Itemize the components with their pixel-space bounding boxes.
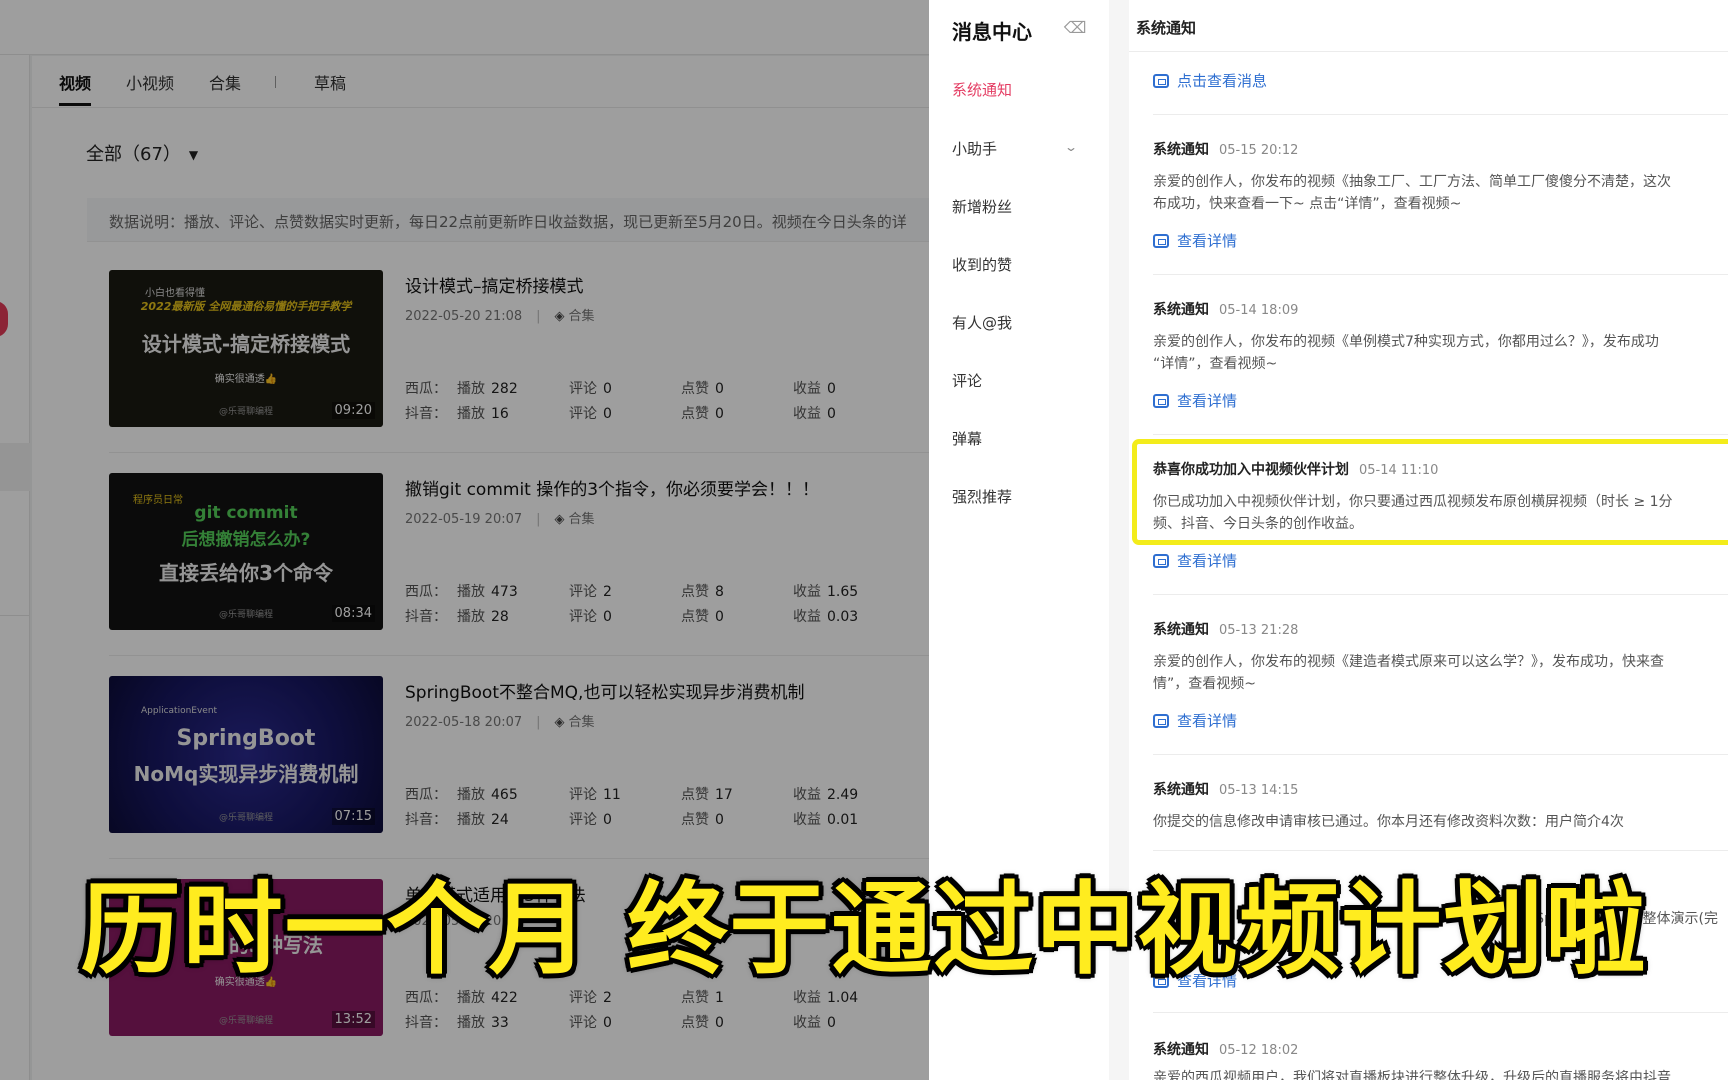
notification-sender: 系统通知 (1153, 782, 1209, 798)
link-label: 点击查看消息 (1177, 72, 1268, 90)
nav-item-danmaku[interactable]: 弹幕 (952, 428, 982, 449)
scan-icon (1153, 394, 1169, 408)
view-details-link[interactable]: 查看详情 (1153, 550, 1237, 571)
message-divider (1153, 754, 1728, 755)
notification-time: 05-15 20:12 (1219, 143, 1299, 158)
notification-time: 05-13 14:15 (1219, 783, 1299, 798)
notification-item: 系统通知 05-13 21:28 亲爱的创作人，你发布的视频《建造者模式原来可以这… (1153, 619, 1728, 695)
nav-item-new-fans[interactable]: 新增粉丝 (952, 196, 1012, 217)
notification-text: 亲爱的创作人，你发布的视频《单例模式7种实现方式，你都用过么？》，发布成功 (1153, 334, 1659, 350)
message-divider (1153, 434, 1728, 435)
nav-item-mentions[interactable]: 有人@我 (952, 312, 1012, 333)
notification-item: 系统通知 05-15 20:12 亲爱的创作人，你发布的视频《抽象工厂、工厂方法、… (1153, 139, 1728, 215)
message-divider (1153, 1012, 1728, 1013)
video-subtitle: 历时一个月 终于通过中视频计划啦 (80, 871, 1648, 988)
notification-text: 你提交的信息修改申请审核已通过。你本月还有修改资料次数：用户简介4次 (1153, 814, 1624, 830)
view-details-link[interactable]: 查看详情 (1153, 230, 1237, 251)
view-details-link[interactable]: 查看详情 (1153, 390, 1237, 411)
message-divider (1153, 594, 1728, 595)
nav-item-likes[interactable]: 收到的赞 (952, 254, 1012, 275)
notification-sender: 系统通知 (1153, 622, 1209, 638)
nav-item-assistant[interactable]: 小助手 (952, 138, 997, 159)
notification-time: 05-14 18:09 (1219, 303, 1299, 318)
notification-item: 系统通知 05-14 18:09 亲爱的创作人，你发布的视频《单例模式7种实现方式… (1153, 299, 1728, 375)
scan-icon (1153, 554, 1169, 568)
link-label: 查看详情 (1177, 552, 1238, 570)
link-label: 查看详情 (1177, 232, 1238, 250)
view-messages-link[interactable]: 点击查看消息 (1153, 70, 1267, 91)
nav-item-comments[interactable]: 评论 (952, 370, 982, 391)
nav-item-recommend[interactable]: 强烈推荐 (952, 486, 1012, 507)
notification-text: “详情”，查看视频~ (1153, 356, 1278, 372)
view-details-link[interactable]: 查看详情 (1153, 710, 1237, 731)
clear-icon[interactable]: ⌫ (1063, 16, 1087, 40)
notification-text: 布成功，快来查看一下~ 点击“详情”，查看视频~ (1153, 196, 1462, 212)
feed-title: 系统通知 (1136, 19, 1197, 37)
notification-text: 亲爱的西瓜视频用户，我们将对直播板块进行整体升级，升级后的直播服务将由抖音 (1153, 1070, 1671, 1080)
notification-sender: 系统通知 (1153, 1042, 1209, 1058)
feed-header: 系统通知 (1129, 0, 1728, 52)
notification-sender: 系统通知 (1153, 302, 1209, 318)
notification-item: 系统通知 05-13 14:15 你提交的信息修改申请审核已通过。你本月还有修改资… (1153, 779, 1728, 833)
highlight-box (1132, 439, 1728, 545)
scan-icon (1153, 714, 1169, 728)
notification-sender: 系统通知 (1153, 142, 1209, 158)
nav-item-system-notice[interactable]: 系统通知 (952, 79, 1012, 100)
scan-icon (1153, 74, 1169, 88)
notification-text: 亲爱的创作人，你发布的视频《建造者模式原来可以这么学？》，发布成功，快来查 (1153, 654, 1664, 670)
message-divider (1153, 114, 1728, 115)
notification-time: 05-12 18:02 (1219, 1043, 1299, 1058)
notification-item: 系统通知 05-12 18:02 亲爱的西瓜视频用户，我们将对直播板块进行整体升级… (1153, 1039, 1728, 1080)
link-label: 查看详情 (1177, 712, 1238, 730)
message-center-title: 消息中心 (952, 20, 1032, 44)
notification-text: 亲爱的创作人，你发布的视频《抽象工厂、工厂方法、简单工厂傻傻分不清楚，这次 (1153, 174, 1671, 190)
link-label: 查看详情 (1177, 392, 1238, 410)
scan-icon (1153, 234, 1169, 248)
chevron-down-icon[interactable]: ⌄ (1064, 140, 1078, 154)
message-divider (1153, 274, 1728, 275)
notification-text: 情”，查看视频~ (1153, 676, 1256, 692)
notification-time: 05-13 21:28 (1219, 623, 1299, 638)
